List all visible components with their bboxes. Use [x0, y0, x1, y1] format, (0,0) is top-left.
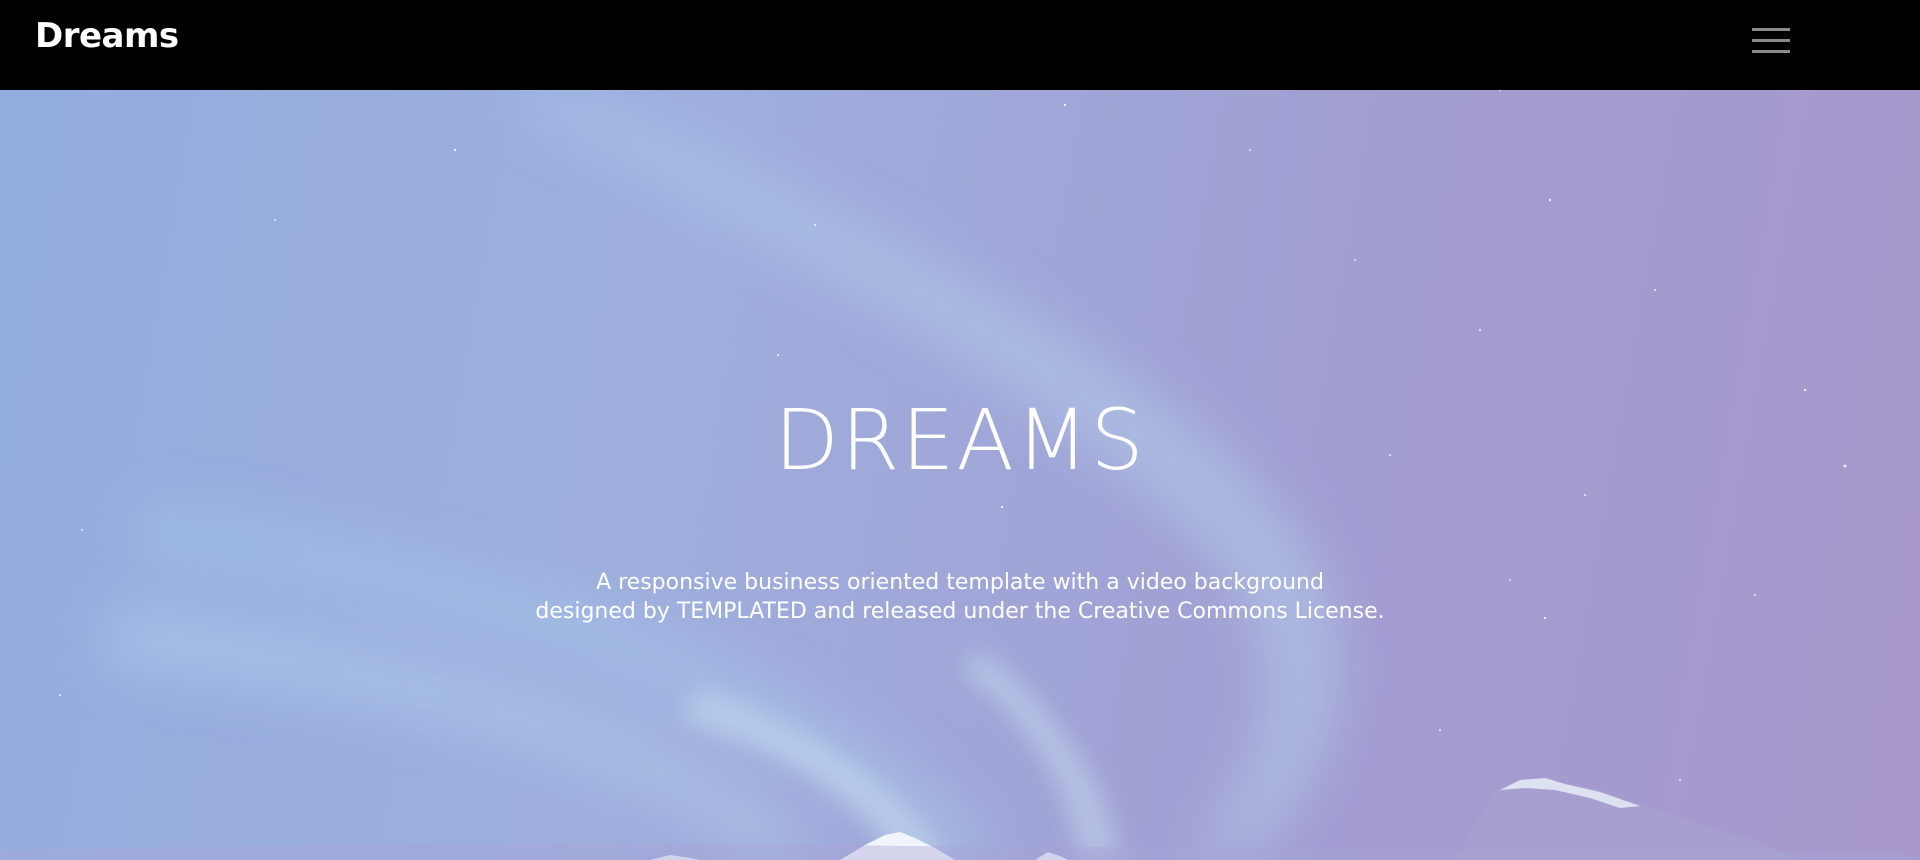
site-header: Dreams: [0, 0, 1920, 90]
hero-subtitle-line: A responsive business oriented template …: [596, 570, 1324, 595]
site-logo[interactable]: Dreams: [35, 14, 179, 58]
hero-title: DREAMS: [774, 391, 1146, 489]
menu-line: [1752, 39, 1790, 42]
hero-subtitle-line: designed by TEMPLATED and released under…: [535, 599, 1385, 624]
hamburger-menu-icon[interactable]: [1750, 26, 1792, 58]
page: Dreams DREAMS A responsive business orie…: [0, 0, 1920, 860]
menu-line: [1752, 50, 1790, 53]
hero-banner: DREAMS A responsive business oriented te…: [0, 90, 1920, 860]
hero-subtitle: A responsive business oriented template …: [0, 568, 1920, 626]
menu-line: [1752, 28, 1790, 31]
